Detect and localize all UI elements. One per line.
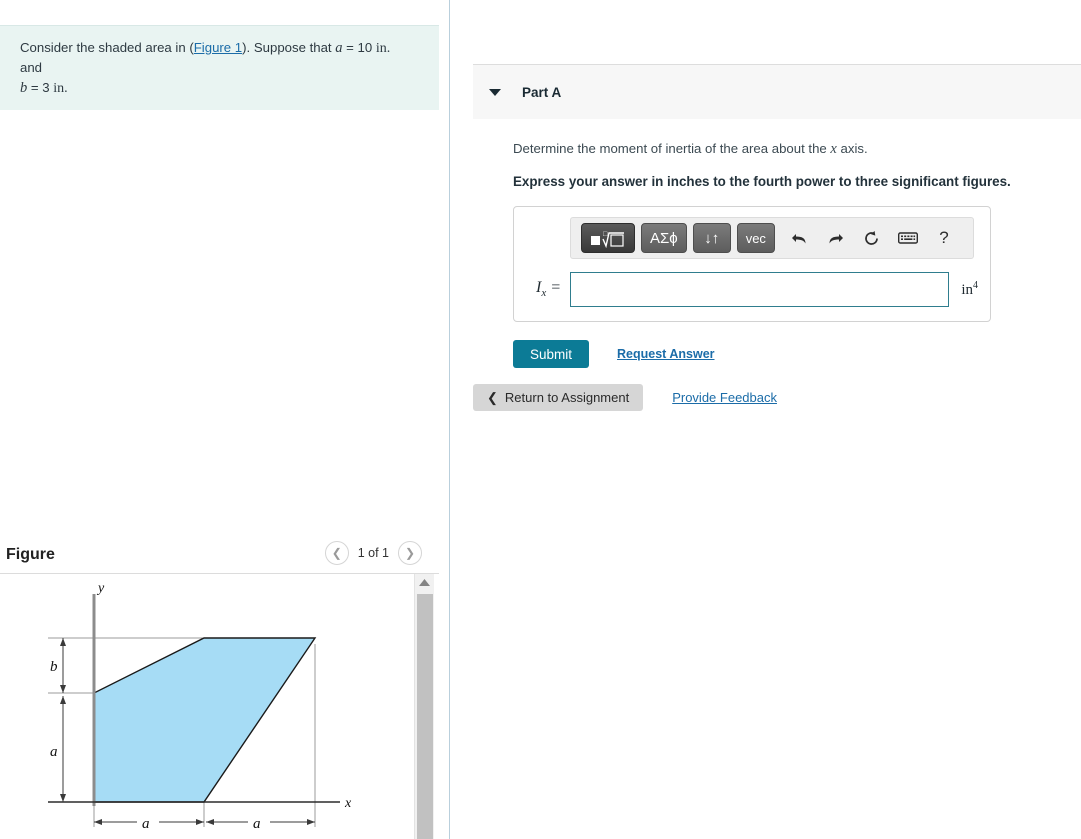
- return-button-label: Return to Assignment: [504, 390, 630, 405]
- scrollbar-thumb[interactable]: [417, 594, 433, 839]
- math-template-icon: □: [591, 230, 624, 248]
- dimension-a-right-label: a: [253, 816, 261, 832]
- figure-prev-button[interactable]: ❮: [324, 541, 349, 565]
- chevron-left-icon: ❮: [331, 546, 342, 560]
- answer-entry-box: □ ΑΣϕ ↓↑ vec ? Ix = in4: [513, 206, 991, 322]
- part-a-panel: Part A Determine the moment of inertia o…: [473, 64, 1081, 368]
- problem-eq-a: = 10: [342, 40, 376, 55]
- math-template-button[interactable]: □: [581, 223, 635, 253]
- question-text-after: axis.: [836, 141, 868, 156]
- figure-1-link[interactable]: Figure 1: [194, 40, 242, 55]
- problem-unit-b: in.: [53, 80, 68, 96]
- vector-button[interactable]: vec: [736, 223, 775, 253]
- greek-symbols-button[interactable]: ΑΣϕ: [641, 223, 687, 253]
- return-to-assignment-button[interactable]: ❮ Return to Assignment: [473, 384, 644, 411]
- unit-exponent: 4: [973, 280, 978, 291]
- keyboard-icon[interactable]: [893, 224, 923, 252]
- provide-feedback-link[interactable]: Provide Feedback: [672, 390, 777, 405]
- problem-statement-box: Consider the shaded area in (Figure 1). …: [0, 25, 439, 111]
- problem-eq-b: = 3: [27, 79, 54, 95]
- right-column: Part A Determine the moment of inertia o…: [450, 0, 1081, 839]
- figure-scrollbar[interactable]: [414, 574, 434, 839]
- figure-right-margin: [434, 574, 439, 839]
- figure-image-area[interactable]: y x b a a a: [0, 574, 416, 839]
- undo-icon[interactable]: [785, 224, 815, 252]
- answer-label-equals: =: [546, 279, 561, 297]
- problem-var-a: a: [335, 40, 343, 56]
- figure-pager: ❮ 1 of 1 ❯: [324, 541, 422, 565]
- answer-row: Ix = in4: [526, 272, 978, 307]
- dimension-a-left-label: a: [142, 816, 150, 832]
- redo-icon[interactable]: [821, 224, 851, 252]
- part-a-body: Determine the moment of inertia of the a…: [473, 119, 1081, 368]
- figure-page-label: 1 of 1: [357, 546, 389, 560]
- shaded-area-polygon: [93, 637, 317, 803]
- submit-row: Submit Request Answer: [513, 340, 1081, 368]
- question-text-before: Determine the moment of inertia of the a…: [513, 141, 831, 156]
- page-root: Consider the shaded area in (Figure 1). …: [0, 0, 1081, 839]
- problem-text-after: ). Suppose that: [242, 40, 336, 55]
- request-answer-link[interactable]: Request Answer: [617, 347, 714, 361]
- caret-up-icon: [419, 579, 430, 586]
- figure-next-button[interactable]: ❯: [398, 541, 422, 565]
- answer-input[interactable]: [570, 272, 950, 307]
- scroll-up-button[interactable]: [415, 574, 434, 591]
- figure-header: Figure ❮ 1 of 1 ❯: [0, 536, 439, 574]
- question-text: Determine the moment of inertia of the a…: [513, 141, 1081, 158]
- problem-unit-a: in.: [375, 41, 391, 56]
- answer-unit-label: in4: [961, 280, 978, 299]
- part-a-header[interactable]: Part A: [473, 64, 1081, 119]
- figure-diagram: y x b a a a: [48, 581, 352, 832]
- part-a-title: Part A: [522, 84, 562, 100]
- y-axis-label: y: [96, 581, 105, 596]
- chevron-left-icon: ❮: [487, 389, 498, 405]
- chevron-right-icon: ❯: [404, 546, 416, 560]
- answer-variable-label: Ix =: [526, 279, 570, 299]
- dimension-b-label: b: [50, 659, 58, 675]
- problem-text-before: Consider the shaded area in (: [20, 40, 194, 55]
- dimension-a-vertical-label: a: [50, 744, 58, 760]
- help-icon[interactable]: ?: [929, 224, 959, 252]
- figure-panel-title: Figure: [6, 546, 55, 563]
- submit-button[interactable]: Submit: [513, 340, 590, 368]
- svg-text:□: □: [603, 230, 608, 238]
- instruction-text: Express your answer in inches to the fou…: [513, 174, 1011, 189]
- problem-conjunction: and: [20, 59, 43, 75]
- reset-icon[interactable]: [857, 224, 887, 252]
- chevron-down-icon[interactable]: [489, 88, 501, 96]
- updown-arrows-button[interactable]: ↓↑: [692, 223, 731, 253]
- x-axis-label: x: [344, 796, 352, 811]
- problem-statement-text: Consider the shaded area in (Figure 1). …: [20, 38, 415, 98]
- math-toolbar: □ ΑΣϕ ↓↑ vec ?: [570, 217, 974, 259]
- left-column: Consider the shaded area in (Figure 1). …: [0, 0, 449, 839]
- footer-actions: ❮ Return to Assignment Provide Feedback: [473, 384, 777, 411]
- unit-main: in: [961, 282, 973, 298]
